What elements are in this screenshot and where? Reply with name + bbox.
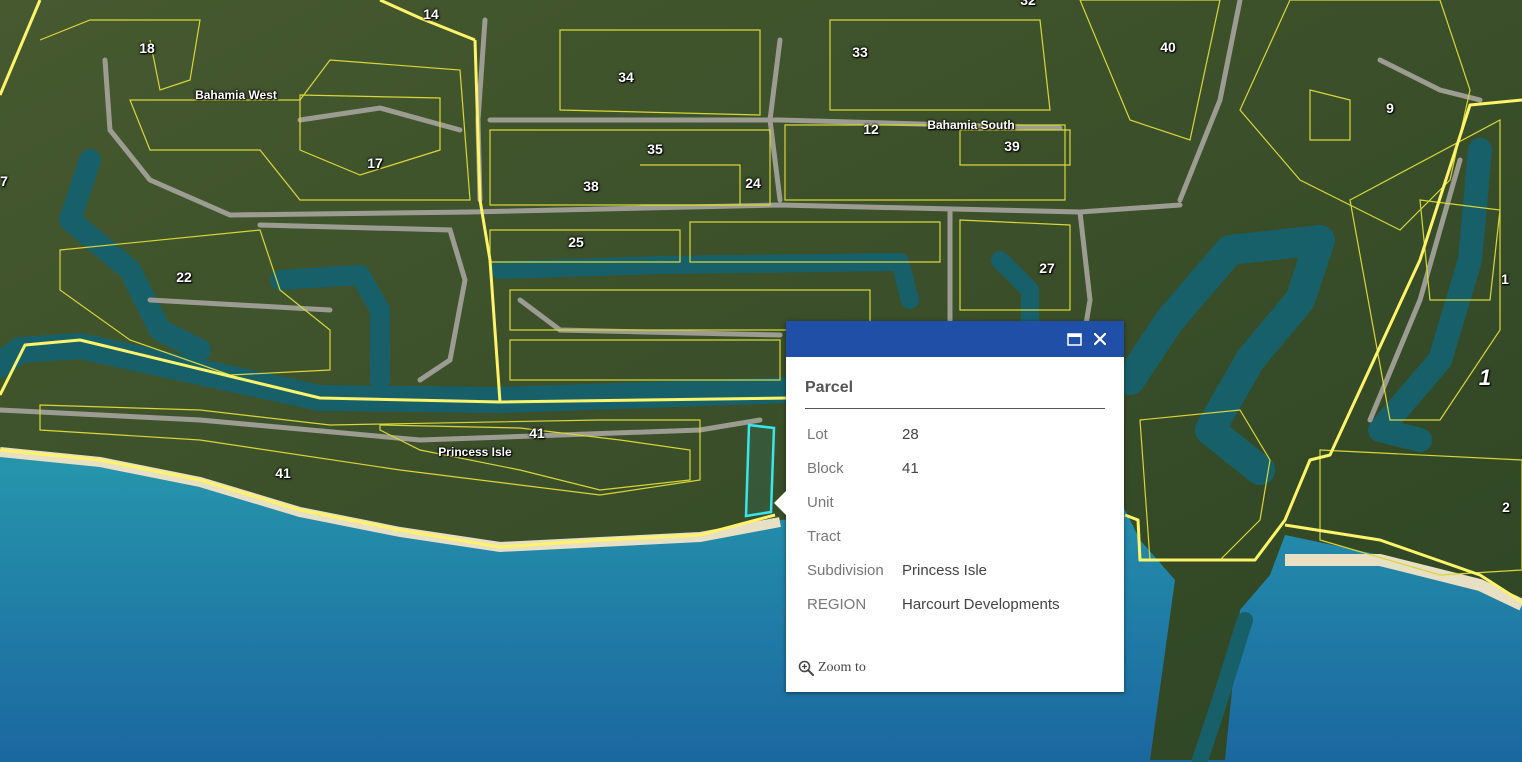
close-button[interactable] <box>1090 329 1110 349</box>
zoom-to-link[interactable]: Zoom to <box>798 660 866 676</box>
maximize-button[interactable] <box>1064 329 1084 349</box>
attr-value: Princess Isle <box>902 561 988 579</box>
zoom-in-icon <box>798 660 814 676</box>
attr-key: Tract <box>807 527 841 545</box>
attr-value: 41 <box>902 459 919 477</box>
maximize-icon <box>1066 332 1082 346</box>
table-row: Subdivision Princess Isle <box>805 553 1062 587</box>
popup-pointer <box>774 491 786 515</box>
attr-value <box>900 485 1062 519</box>
table-row: Tract <box>805 519 1062 553</box>
attr-value: 28 <box>902 425 919 443</box>
table-row: Unit <box>805 485 1062 519</box>
parcel-popup[interactable]: Parcel Lot 28 Block 41 Unit Tract Subdiv… <box>774 321 1124 692</box>
popup-title: Parcel <box>805 379 854 396</box>
selected-parcel[interactable] <box>744 423 776 518</box>
attr-key: Unit <box>807 493 834 511</box>
attr-key: REGION <box>807 595 867 613</box>
attributes-table: Lot 28 Block 41 Unit Tract Subdivision P… <box>805 417 1062 621</box>
zoom-to-label: Zoom to <box>818 660 866 675</box>
close-icon <box>1094 333 1106 345</box>
popup-header <box>786 321 1124 357</box>
attr-key: Block <box>807 459 844 477</box>
attr-value <box>900 519 1062 553</box>
popup-divider <box>805 408 1105 409</box>
attr-value: Harcourt Developments <box>902 595 1060 613</box>
attr-key: Lot <box>807 425 828 443</box>
table-row: Lot 28 <box>805 417 1062 451</box>
table-row: REGION Harcourt Developments <box>805 587 1062 621</box>
table-row: Block 41 <box>805 451 1062 485</box>
attr-key: Subdivision <box>807 561 884 579</box>
map-canvas[interactable] <box>0 0 1522 762</box>
